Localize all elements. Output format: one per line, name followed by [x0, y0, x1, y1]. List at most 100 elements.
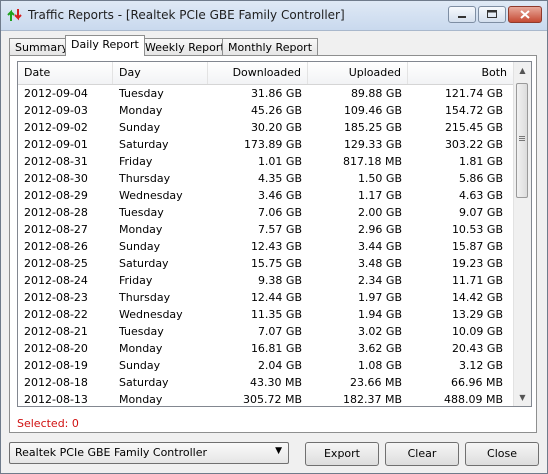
cell-both: 10.53 GB — [451, 223, 503, 236]
table-row[interactable]: 2012-08-27 Monday 7.57 GB 2.96 GB 10.53 GB — [18, 221, 514, 238]
cell-downloaded: 12.43 GB — [250, 240, 302, 253]
column-header-day[interactable]: Day — [113, 62, 208, 84]
cell-downloaded: 12.44 GB — [250, 291, 302, 304]
scroll-down-arrow-icon[interactable]: ▼ — [514, 389, 531, 406]
minimize-icon — [458, 16, 466, 18]
table-row[interactable]: 2012-08-28 Tuesday 7.06 GB 2.00 GB 9.07 GB — [18, 204, 514, 221]
vertical-scrollbar[interactable]: ▲ ▼ — [513, 62, 531, 406]
cell-date: 2012-08-19 — [24, 359, 88, 372]
cell-date: 2012-08-24 — [24, 274, 88, 287]
cell-day: Monday — [119, 104, 163, 117]
column-header-date[interactable]: Date — [18, 62, 113, 84]
table-row[interactable]: 2012-08-31 Friday 1.01 GB 817.18 MB 1.81 GB — [18, 153, 514, 170]
cell-both: 19.23 GB — [451, 257, 503, 270]
table-row[interactable]: 2012-08-30 Thursday 4.35 GB 1.50 GB 5.86 GB — [18, 170, 514, 187]
cell-date: 2012-09-04 — [24, 87, 88, 100]
cell-downloaded: 7.06 GB — [257, 206, 302, 219]
selected-count: Selected: 0 — [17, 417, 79, 430]
table-row[interactable]: 2012-08-18 Saturday 43.30 MB 23.66 MB 66.96 … — [18, 374, 514, 391]
cell-downloaded: 7.07 GB — [257, 325, 302, 338]
cell-both: 11.71 GB — [451, 274, 503, 287]
column-header-uploaded[interactable]: Uploaded — [308, 62, 408, 84]
table-row[interactable]: 2012-09-01 Saturday 173.89 GB 129.33 GB 303.… — [18, 136, 514, 153]
cell-uploaded: 182.37 MB — [342, 393, 402, 406]
chevron-down-icon: ▼ — [275, 446, 282, 456]
table-row[interactable]: 2012-08-22 Wednesday 11.35 GB 1.94 GB 13.29 … — [18, 306, 514, 323]
cell-day: Sunday — [119, 240, 161, 253]
cell-day: Monday — [119, 342, 163, 355]
cell-uploaded: 2.00 GB — [357, 206, 402, 219]
cell-date: 2012-08-21 — [24, 325, 88, 338]
cell-both: 303.22 GB — [444, 138, 503, 151]
table-row[interactable]: 2012-09-03 Monday 45.26 GB 109.46 GB 154.72 … — [18, 102, 514, 119]
table-row[interactable]: 2012-08-25 Saturday 15.75 GB 3.48 GB 19.23 G… — [18, 255, 514, 272]
cell-date: 2012-09-01 — [24, 138, 88, 151]
cell-day: Thursday — [119, 172, 171, 185]
column-header-both[interactable]: Both — [408, 62, 514, 84]
cell-day: Monday — [119, 393, 163, 406]
cell-uploaded: 2.96 GB — [357, 223, 402, 236]
cell-uploaded: 817.18 MB — [342, 155, 402, 168]
cell-downloaded: 45.26 GB — [250, 104, 302, 117]
adapter-select-value: Realtek PCIe GBE Family Controller — [15, 446, 208, 459]
cell-uploaded: 1.17 GB — [357, 189, 402, 202]
window-close-button[interactable] — [508, 6, 542, 23]
cell-uploaded: 1.50 GB — [357, 172, 402, 185]
cell-date: 2012-08-28 — [24, 206, 88, 219]
cell-day: Tuesday — [119, 206, 164, 219]
cell-downloaded: 15.75 GB — [250, 257, 302, 270]
cell-both: 20.43 GB — [451, 342, 503, 355]
table-row[interactable]: 2012-08-20 Monday 16.81 GB 3.62 GB 20.43 GB — [18, 340, 514, 357]
cell-uploaded: 109.46 GB — [343, 104, 402, 117]
daily-report-list[interactable]: Date Day Downloaded Uploaded Both 2012-0… — [17, 61, 532, 407]
cell-uploaded: 89.88 GB — [350, 87, 402, 100]
table-row[interactable]: 2012-08-23 Thursday 12.44 GB 1.97 GB 14.42 G… — [18, 289, 514, 306]
tab-monthly-report[interactable]: Monthly Report — [222, 38, 319, 55]
scroll-up-arrow-icon[interactable]: ▲ — [514, 62, 531, 79]
cell-downloaded: 11.35 GB — [250, 308, 302, 321]
cell-uploaded: 1.94 GB — [357, 308, 402, 321]
cell-both: 4.63 GB — [458, 189, 503, 202]
title-bar[interactable]: Traffic Reports - [Realtek PCIe GBE Fami… — [1, 1, 547, 31]
column-header-downloaded[interactable]: Downloaded — [208, 62, 308, 84]
tab-daily-report[interactable]: Daily Report — [65, 35, 145, 56]
adapter-select[interactable]: Realtek PCIe GBE Family Controller ▼ — [9, 442, 289, 464]
minimize-button[interactable] — [448, 6, 476, 23]
maximize-button[interactable] — [478, 6, 506, 23]
cell-date: 2012-09-02 — [24, 121, 88, 134]
cell-date: 2012-08-29 — [24, 189, 88, 202]
cell-date: 2012-08-23 — [24, 291, 88, 304]
cell-both: 5.86 GB — [458, 172, 503, 185]
cell-downloaded: 9.38 GB — [257, 274, 302, 287]
traffic-arrows-icon — [7, 9, 22, 21]
cell-day: Friday — [119, 274, 153, 287]
table-row[interactable]: 2012-08-21 Tuesday 7.07 GB 3.02 GB 10.09 GB — [18, 323, 514, 340]
cell-downloaded: 31.86 GB — [250, 87, 302, 100]
cell-date: 2012-08-13 — [24, 393, 88, 406]
scroll-thumb[interactable] — [516, 83, 528, 198]
cell-downloaded: 16.81 GB — [250, 342, 302, 355]
table-row[interactable]: 2012-08-24 Friday 9.38 GB 2.34 GB 11.71 GB — [18, 272, 514, 289]
table-row[interactable]: 2012-08-13 Monday 305.72 MB 182.37 MB 488.09… — [18, 391, 514, 406]
table-row[interactable]: 2012-09-02 Sunday 30.20 GB 185.25 GB 215.45 … — [18, 119, 514, 136]
cell-downloaded: 2.04 GB — [257, 359, 302, 372]
table-row[interactable]: 2012-08-19 Sunday 2.04 GB 1.08 GB 3.12 GB — [18, 357, 514, 374]
cell-day: Monday — [119, 223, 163, 236]
tab-weekly-report[interactable]: Weekly Report — [139, 38, 231, 55]
cell-date: 2012-08-30 — [24, 172, 88, 185]
cell-day: Tuesday — [119, 325, 164, 338]
table-row[interactable]: 2012-08-29 Wednesday 3.46 GB 1.17 GB 4.63 GB — [18, 187, 514, 204]
table-row[interactable]: 2012-08-26 Sunday 12.43 GB 3.44 GB 15.87 GB — [18, 238, 514, 255]
table-row[interactable]: 2012-09-04 Tuesday 31.86 GB 89.88 GB 121.74 … — [18, 85, 514, 102]
list-header: Date Day Downloaded Uploaded Both — [18, 62, 514, 85]
cell-downloaded: 3.46 GB — [257, 189, 302, 202]
cell-downloaded: 4.35 GB — [257, 172, 302, 185]
cell-uploaded: 3.48 GB — [357, 257, 402, 270]
cell-both: 66.96 MB — [450, 376, 503, 389]
cell-uploaded: 3.62 GB — [357, 342, 402, 355]
list-rows: 2012-09-04 Tuesday 31.86 GB 89.88 GB 121.74 … — [18, 85, 514, 406]
export-button[interactable]: Export — [305, 442, 379, 466]
close-button[interactable]: Close — [465, 442, 539, 466]
clear-button[interactable]: Clear — [385, 442, 459, 466]
cell-downloaded: 1.01 GB — [257, 155, 302, 168]
